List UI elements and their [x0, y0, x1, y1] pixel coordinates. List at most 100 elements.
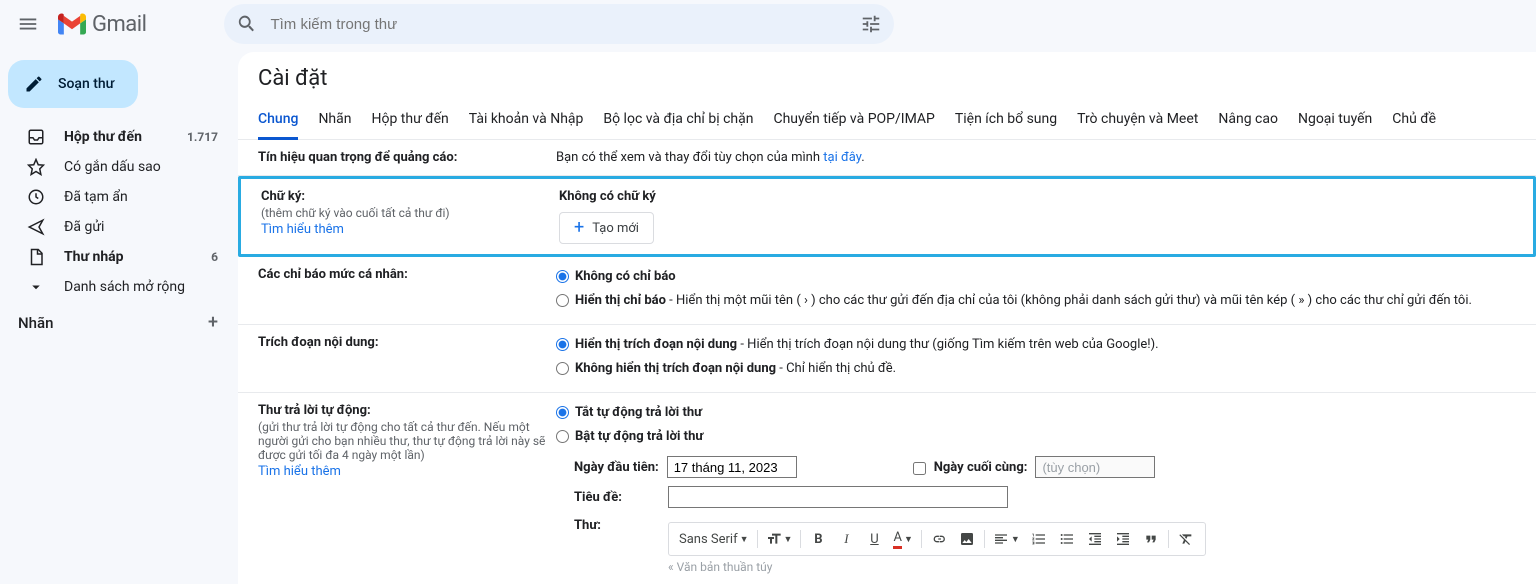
quote-icon: [1143, 531, 1159, 547]
compose-button[interactable]: Soạn thư: [8, 60, 138, 108]
plus-icon: +: [574, 219, 584, 237]
indent-more-button[interactable]: [1110, 526, 1136, 552]
nav-starred[interactable]: Có gắn dấu sao: [8, 152, 230, 182]
plain-text-link[interactable]: « Văn bản thuần túy: [668, 560, 1206, 574]
editor-toolbar: Sans Serif▼ ▼ B I U A▼: [668, 522, 1206, 556]
underline-button[interactable]: U: [861, 526, 887, 552]
app-header: Gmail: [0, 0, 1536, 48]
bulleted-list-button[interactable]: [1054, 526, 1080, 552]
search-bar: [224, 4, 894, 44]
radio-show-indicators[interactable]: [556, 294, 569, 307]
list-ol-icon: [1031, 531, 1047, 547]
tab-offline[interactable]: Ngoại tuyến: [1298, 105, 1372, 139]
italic-button[interactable]: I: [833, 526, 859, 552]
vacation-label: Thư trả lời tự động:: [258, 403, 548, 418]
page-title: Cài đặt: [238, 62, 1536, 105]
list-ul-icon: [1059, 531, 1075, 547]
align-button[interactable]: ▼: [989, 526, 1024, 552]
text-color-button[interactable]: A▼: [889, 526, 916, 552]
gmail-logo-icon: [58, 13, 86, 35]
font-size-button[interactable]: ▼: [762, 526, 797, 552]
subject-label: Tiêu đề:: [574, 490, 660, 505]
radio-show-snippets[interactable]: [556, 338, 569, 351]
settings-panel: Cài đặt Chung Nhãn Hộp thư đến Tài khoản…: [238, 52, 1536, 584]
ad-signals-link[interactable]: tại đây: [823, 150, 861, 165]
ad-signals-label: Tín hiệu quan trọng để quảng cáo:: [258, 150, 548, 165]
message-label: Thư:: [574, 518, 660, 533]
image-icon: [959, 531, 975, 547]
first-day-label: Ngày đầu tiên:: [574, 460, 659, 475]
tab-themes[interactable]: Chủ đề: [1392, 105, 1436, 139]
sidebar: Soạn thư Hộp thư đến 1.717 Có gắn dấu sa…: [0, 48, 238, 584]
last-day-checkbox[interactable]: [913, 462, 926, 475]
image-button[interactable]: [954, 526, 980, 552]
menu-icon: [17, 13, 39, 35]
font-family-select[interactable]: Sans Serif▼: [675, 526, 753, 552]
last-day-input: [1035, 456, 1155, 478]
row-snippets: Trích đoạn nội dung: Hiển thị trích đoạn…: [238, 325, 1536, 393]
compose-label: Soạn thư: [58, 76, 114, 92]
signature-sub: (thêm chữ ký vào cuối tất cả thư đi): [261, 206, 551, 220]
nav-sent[interactable]: Đã gửi: [8, 212, 230, 242]
tab-labels[interactable]: Nhãn: [318, 105, 351, 139]
bold-button[interactable]: B: [805, 526, 831, 552]
subject-input[interactable]: [668, 486, 1008, 508]
file-icon: [26, 248, 46, 266]
search-icon[interactable]: [236, 13, 258, 35]
nav-more[interactable]: Danh sách mở rộng: [8, 272, 230, 302]
row-ad-signals: Tín hiệu quan trọng để quảng cáo: Bạn có…: [238, 140, 1536, 176]
gmail-brand-text: Gmail: [92, 12, 146, 37]
last-day-label: Ngày cuối cùng:: [934, 460, 1028, 475]
quote-button[interactable]: [1138, 526, 1164, 552]
main-menu-button[interactable]: [8, 4, 48, 44]
personal-indicators-label: Các chỉ báo mức cá nhân:: [258, 267, 548, 282]
gmail-logo[interactable]: Gmail: [58, 12, 146, 37]
nav-drafts[interactable]: Thư nháp 6: [8, 242, 230, 272]
chevron-down-icon: [26, 278, 46, 296]
pencil-icon: [24, 74, 44, 94]
vacation-learn-more-link[interactable]: Tìm hiểu thêm: [258, 464, 341, 479]
create-signature-button[interactable]: + Tạo mới: [559, 212, 654, 244]
link-icon: [931, 531, 947, 547]
ad-signals-text: Bạn có thể xem và thay đổi tùy chọn của …: [556, 150, 823, 165]
search-input[interactable]: [258, 16, 860, 33]
tab-chat[interactable]: Trò chuyện và Meet: [1077, 105, 1198, 139]
search-options-icon[interactable]: [860, 13, 882, 35]
tab-general[interactable]: Chung: [258, 105, 298, 140]
tab-inbox[interactable]: Hộp thư đến: [371, 105, 448, 139]
vacation-sub: (gửi thư trả lời tự động cho tất cả thư …: [258, 420, 548, 462]
text-size-icon: [766, 531, 782, 547]
labels-title: Nhãn: [18, 314, 53, 332]
settings-tabs: Chung Nhãn Hộp thư đến Tài khoản và Nhập…: [238, 105, 1536, 140]
row-personal-indicators: Các chỉ báo mức cá nhân: Không có chỉ bá…: [238, 257, 1536, 325]
row-signature: Chữ ký: (thêm chữ ký vào cuối tất cả thư…: [238, 176, 1536, 257]
align-icon: [993, 531, 1009, 547]
tab-accounts[interactable]: Tài khoản và Nhập: [469, 105, 584, 139]
star-icon: [26, 158, 46, 176]
signature-learn-more-link[interactable]: Tìm hiểu thêm: [261, 222, 344, 237]
indent-increase-icon: [1115, 531, 1131, 547]
radio-hide-snippets[interactable]: [556, 362, 569, 375]
snippets-label: Trích đoạn nội dung:: [258, 335, 548, 350]
nav-snoozed[interactable]: Đã tạm ẩn: [8, 182, 230, 212]
tab-addons[interactable]: Tiện ích bổ sung: [955, 105, 1057, 139]
tab-advanced[interactable]: Nâng cao: [1218, 105, 1278, 139]
remove-format-button[interactable]: [1173, 526, 1199, 552]
radio-no-indicators[interactable]: [556, 270, 569, 283]
numbered-list-button[interactable]: [1026, 526, 1052, 552]
clear-format-icon: [1178, 531, 1194, 547]
radio-vacation-off[interactable]: [556, 406, 569, 419]
indent-less-button[interactable]: [1082, 526, 1108, 552]
row-vacation-responder: Thư trả lời tự động: (gửi thư trả lời tự…: [238, 393, 1536, 584]
clock-icon: [26, 188, 46, 206]
tab-forwarding[interactable]: Chuyển tiếp và POP/IMAP: [773, 105, 934, 139]
first-day-input[interactable]: [667, 456, 797, 478]
link-button[interactable]: [926, 526, 952, 552]
nav-inbox[interactable]: Hộp thư đến 1.717: [8, 122, 230, 152]
tab-filters[interactable]: Bộ lọc và địa chỉ bị chặn: [603, 105, 753, 139]
add-label-button[interactable]: +: [208, 312, 218, 333]
inbox-icon: [26, 128, 46, 146]
radio-vacation-on[interactable]: [556, 430, 569, 443]
no-signature-text: Không có chữ ký: [559, 189, 656, 204]
labels-section-header: Nhãn +: [8, 302, 230, 333]
